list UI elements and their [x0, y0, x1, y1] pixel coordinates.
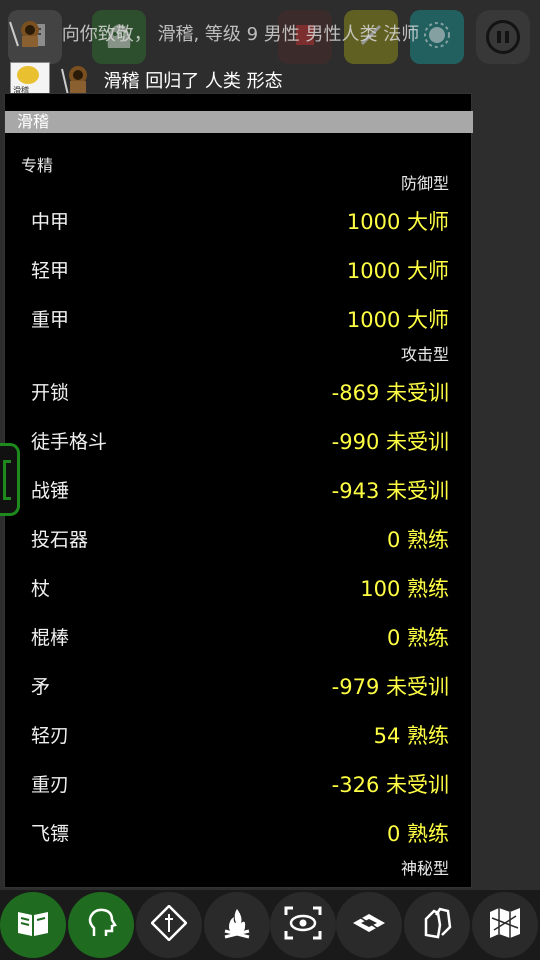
- book-button[interactable]: [0, 892, 66, 958]
- skill-name: 矛: [31, 676, 51, 698]
- group-heading: 攻击型: [400, 345, 449, 364]
- skill-row[interactable]: 棍棒 0 熟练: [5, 612, 473, 661]
- map-button[interactable]: [472, 892, 538, 958]
- skill-name: 杖: [31, 578, 51, 600]
- skill-name: 重刃: [31, 774, 70, 796]
- skill-value: 0 熟练: [386, 625, 449, 650]
- skill-value: -979 未受训: [331, 674, 449, 699]
- skill-row[interactable]: 开锁 -869 未受训: [5, 367, 473, 416]
- map-tile-icon: [351, 911, 387, 939]
- skill-value: 0 熟练: [386, 527, 449, 552]
- compass-button[interactable]: [136, 892, 202, 958]
- gloves-button[interactable]: [404, 892, 470, 958]
- skill-value: 1000 大师: [346, 209, 449, 234]
- greeting-text: 向你致敬， 滑稽, 等级 9 男性 男性人类 法师: [61, 24, 420, 45]
- form-change-text: 滑稽 回归了 人类 形态: [103, 71, 283, 92]
- map-icon: [488, 906, 522, 944]
- skill-row[interactable]: 投石器 0 熟练: [5, 514, 473, 563]
- skill-row[interactable]: 重刃 -326 未受训: [5, 759, 473, 808]
- character-sprite-icon: [60, 63, 94, 97]
- head-button[interactable]: [68, 892, 134, 958]
- look-button[interactable]: [270, 892, 336, 958]
- skill-value: -990 未受训: [331, 429, 449, 454]
- skill-name: 棍棒: [31, 627, 70, 649]
- burst-icon: [422, 20, 452, 54]
- pause-button[interactable]: [476, 10, 530, 64]
- group-heading: 神秘型: [400, 859, 449, 878]
- character-info-panel: 滑稽 专精 防御型 中甲 1000 大师 轻甲 1000 大师 重甲 1000 大师 攻击型开…: [4, 93, 473, 888]
- side-drawer-handle[interactable]: [0, 443, 20, 516]
- head-icon: [84, 906, 118, 944]
- skill-value: 100 熟练: [360, 576, 449, 601]
- skill-name: 轻刃: [31, 725, 70, 747]
- gloves-icon: [420, 905, 454, 945]
- skill-row[interactable]: 飞镖 0 熟练: [5, 808, 473, 857]
- skill-value: 54 熟练: [373, 723, 449, 748]
- bracket-icon: [3, 460, 11, 500]
- campfire-icon: [219, 905, 255, 945]
- skill-value: -326 未受训: [331, 772, 449, 797]
- skill-name: 开锁: [31, 382, 70, 404]
- skill-row[interactable]: 轻甲 1000 大师: [5, 245, 473, 294]
- character-avatar-icon: [8, 18, 46, 48]
- skill-value: -869 未受训: [331, 380, 449, 405]
- pause-icon: [486, 20, 520, 54]
- skill-name: 战锤: [31, 480, 70, 502]
- skill-name: 中甲: [31, 211, 70, 233]
- panel-title: 滑稽: [5, 111, 473, 133]
- campfire-button[interactable]: [204, 892, 270, 958]
- bottom-toolbar: [0, 890, 540, 960]
- skill-value: -943 未受训: [331, 478, 449, 503]
- skill-row[interactable]: 徒手格斗 -990 未受训: [5, 416, 473, 465]
- skill-name: 投石器: [31, 529, 89, 551]
- skill-value: 0 熟练: [386, 821, 449, 846]
- skill-row[interactable]: 中甲 1000 大师: [5, 196, 473, 245]
- group-heading: 防御型: [400, 174, 449, 193]
- skill-name: 徒手格斗: [31, 431, 108, 453]
- skill-row[interactable]: 重甲 1000 大师: [5, 294, 473, 343]
- book-icon: [16, 908, 50, 942]
- message-log-line: 向你致敬， 滑稽, 等级 9 男性 男性人类 法师: [8, 18, 419, 48]
- skill-name: 飞镖: [31, 823, 70, 845]
- map-tile-button[interactable]: [336, 892, 402, 958]
- skill-value: 1000 大师: [346, 258, 449, 283]
- skills-list[interactable]: 防御型 中甲 1000 大师 轻甲 1000 大师 重甲 1000 大师 攻击型 开锁 -869 …: [5, 172, 473, 881]
- skill-row[interactable]: 战锤 -943 未受训: [5, 465, 473, 514]
- skill-row[interactable]: 矛 -979 未受训: [5, 661, 473, 710]
- skill-value: 1000 大师: [346, 307, 449, 332]
- skill-row[interactable]: 杖 100 熟练: [5, 563, 473, 612]
- compass-icon: [150, 904, 188, 945]
- skill-name: 轻甲: [31, 260, 70, 282]
- skill-row[interactable]: 轻刃 54 熟练: [5, 710, 473, 759]
- skill-name: 重甲: [31, 309, 70, 331]
- eye-target-icon: [284, 906, 322, 944]
